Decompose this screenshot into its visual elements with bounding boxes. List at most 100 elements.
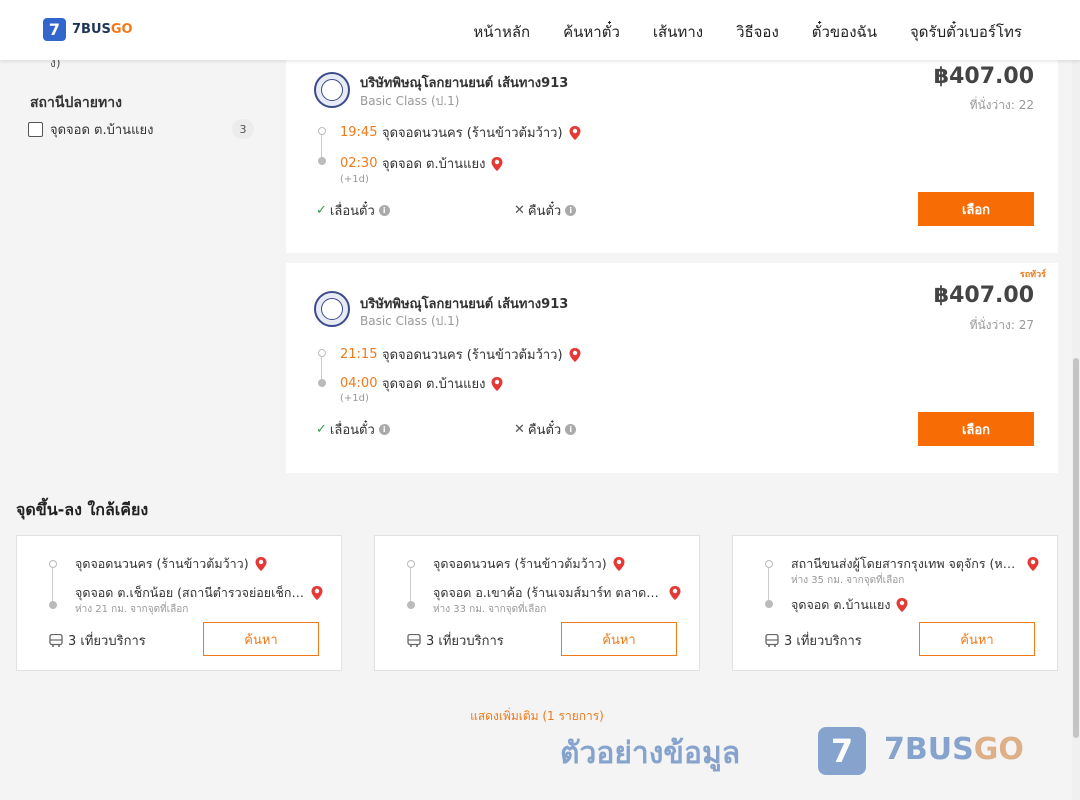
departure-time: 21:15: [340, 347, 378, 362]
nav-home[interactable]: หน้าหลัก: [473, 20, 530, 44]
logo-text: 7BUSGO: [72, 22, 133, 37]
arrival-row: 02:30 จุดจอด ต.บ้านแยง: [340, 153, 504, 174]
filter-label: จุดจอด ต.บ้านแยง: [50, 122, 154, 138]
watermark-logo-icon: 7: [818, 727, 866, 775]
nearby-search-button[interactable]: ค้นหา: [203, 622, 319, 656]
operator-logo-icon: [314, 291, 350, 327]
distance-label: ห่าง 33 กม. จากจุดที่เลือก: [433, 604, 547, 615]
departure-stop: จุดจอดนวนคร (ร้านข้าวต้มว้าว): [382, 126, 563, 141]
timeline-line: [321, 357, 322, 380]
filter-count-badge: 3: [232, 119, 254, 139]
operator-name: บริษัทพิษณุโลกยานยนต์ เส้นทาง913: [360, 297, 569, 312]
nearby-to-stop: จุดจอด อ.เขาค้อ (ร้านเจมส์มาร์ท ตลาดเขาค…: [433, 583, 689, 603]
top-header: 7 7BUSGO หน้าหลัก ค้นหาตั๋ว เส้นทาง วิธี…: [0, 0, 1080, 60]
seats-available: ที่นั่งว่าง: 27: [969, 318, 1034, 332]
arrival-stop: จุดจอด ต.บ้านแยง: [382, 377, 486, 392]
timeline-end-dot: [765, 600, 773, 608]
brand-logo[interactable]: 7 7BUSGO: [43, 18, 133, 41]
reschedule-label: เลื่อนตั๋ว: [329, 423, 375, 438]
timeline-line: [52, 568, 53, 602]
nearby-from-stop: จุดจอดนวนคร (ร้านข้าวต้มว้าว): [433, 554, 689, 574]
cross-icon: ✕: [514, 422, 525, 437]
map-pin-icon[interactable]: [1026, 556, 1040, 572]
distance-label: ห่าง 21 กม. จากจุดที่เลือก: [75, 604, 189, 615]
timeline-start-dot: [318, 127, 326, 135]
departure-stop: จุดจอดนวนคร (ร้านข้าวต้มว้าว): [382, 348, 563, 363]
operator-logo-icon: [314, 72, 350, 108]
nearby-from-stop: จุดจอดนวนคร (ร้านข้าวต้มว้าว): [75, 554, 331, 574]
arrival-stop: จุดจอด ต.บ้านแยง: [382, 157, 486, 172]
map-pin-icon[interactable]: [310, 585, 324, 601]
map-pin-icon[interactable]: [254, 556, 268, 572]
select-trip-button[interactable]: เลือก: [918, 412, 1034, 446]
timeline-start-dot: [407, 560, 415, 568]
info-icon[interactable]: i: [378, 424, 390, 435]
map-pin-icon[interactable]: [668, 585, 682, 601]
reschedule-label: เลื่อนตั๋ว: [329, 204, 375, 219]
timeline-start-dot: [765, 560, 773, 568]
nearby-to-stop: จุดจอด ต.บ้านแยง: [791, 595, 1047, 615]
map-pin-icon[interactable]: [490, 376, 504, 392]
watermark-brand: 7BUSGO: [884, 732, 1024, 767]
nearby-route-card: สถานีขนส่งผู้โดยสารกรุงเทพ จตุจักร (หมอช…: [732, 535, 1058, 671]
nav-my-tickets[interactable]: ตั๋วของฉัน: [812, 20, 877, 44]
trip-count: 3 เที่ยวบริการ: [765, 630, 862, 651]
timeline-line: [410, 568, 411, 602]
distance-label: ห่าง 35 กม. จากจุดที่เลือก: [791, 575, 905, 586]
nearby-search-button[interactable]: ค้นหา: [561, 622, 677, 656]
departure-row: 21:15 จุดจอดนวนคร (ร้านข้าวต้มว้าว): [340, 344, 582, 365]
departure-time: 19:45: [340, 125, 378, 140]
arrival-time: 02:30: [340, 156, 378, 171]
map-pin-icon[interactable]: [568, 125, 582, 141]
nav-search-ticket[interactable]: ค้นหาตั๋ว: [563, 20, 620, 44]
main-nav: หน้าหลัก ค้นหาตั๋ว เส้นทาง วิธีจอง ตั๋วข…: [440, 20, 1022, 44]
reschedule-policy: ✓ เลื่อนตั๋ว i: [316, 419, 390, 440]
departure-row: 19:45 จุดจอดนวนคร (ร้านข้าวต้มว้าว): [340, 122, 582, 143]
trip-price: ฿407.00: [933, 283, 1034, 308]
bus-icon: [765, 634, 779, 647]
map-pin-icon[interactable]: [895, 597, 909, 613]
next-day-label: (+1d): [340, 174, 369, 185]
info-icon[interactable]: i: [565, 205, 577, 216]
refund-label: คืนตั๋ว: [527, 423, 562, 438]
timeline-end-dot: [49, 601, 57, 609]
nearby-stops-title: จุดขึ้น-ลง ใกล้เคียง: [16, 500, 149, 519]
bus-class: Basic Class (ป.1): [360, 314, 460, 328]
nearby-search-button[interactable]: ค้นหา: [919, 622, 1035, 656]
info-icon[interactable]: i: [378, 205, 390, 216]
trip-card: รถทัวร์ บริษัทพิษณุโลกยานยนต์ เส้นทาง913…: [286, 263, 1058, 473]
nearby-route-card: จุดจอดนวนคร (ร้านข้าวต้มว้าว) จุดจอด อ.เ…: [374, 535, 700, 671]
map-pin-icon[interactable]: [490, 156, 504, 172]
watermark-text: ตัวอย่างข้อมูล: [560, 736, 741, 771]
trip-count: 3 เที่ยวบริการ: [49, 630, 146, 651]
destination-filter-title: สถานีปลายทาง: [30, 95, 122, 111]
destination-filter-option[interactable]: จุดจอด ต.บ้านแยง 3: [28, 118, 254, 140]
operator-name: บริษัทพิษณุโลกยานยนต์ เส้นทาง913: [360, 76, 569, 91]
seats-available: ที่นั่งว่าง: 22: [969, 98, 1034, 112]
map-pin-icon[interactable]: [612, 556, 626, 572]
scrollbar-thumb[interactable]: [1073, 358, 1079, 738]
timeline-start-dot: [49, 560, 57, 568]
logo-mark: 7: [43, 18, 66, 41]
nearby-from-stop: สถานีขนส่งผู้โดยสารกรุงเทพ จตุจักร (หมอช…: [791, 554, 1047, 574]
timeline-line: [321, 135, 322, 158]
arrival-row: 04:00 จุดจอด ต.บ้านแยง: [340, 373, 504, 394]
reschedule-policy: ✓ เลื่อนตั๋ว i: [316, 200, 390, 221]
filter-checkbox[interactable]: [28, 121, 43, 137]
show-more-link[interactable]: แสดงเพิ่มเติม (1 รายการ): [0, 707, 1074, 726]
trip-price: ฿407.00: [933, 64, 1034, 89]
select-trip-button[interactable]: เลือก: [918, 192, 1034, 226]
trip-card: บริษัทพิษณุโลกยานยนต์ เส้นทาง913 Basic C…: [286, 60, 1058, 253]
info-icon[interactable]: i: [565, 424, 577, 435]
nav-how-to-book[interactable]: วิธีจอง: [736, 20, 779, 44]
nav-ticket-pickup[interactable]: จุดรับตั๋วเบอร์โทร: [910, 20, 1022, 44]
nearby-to-stop: จุดจอด ต.เช็กน้อย (สถานีตำรวจย่อยเช็กน้อ…: [75, 583, 331, 603]
map-pin-icon[interactable]: [568, 347, 582, 363]
bus-icon: [49, 634, 63, 647]
nav-routes[interactable]: เส้นทาง: [653, 20, 703, 44]
timeline-end-dot: [318, 379, 326, 387]
timeline-end-dot: [318, 157, 326, 165]
check-icon: ✓: [316, 203, 327, 218]
cross-icon: ✕: [514, 203, 525, 218]
bus-icon: [407, 634, 421, 647]
